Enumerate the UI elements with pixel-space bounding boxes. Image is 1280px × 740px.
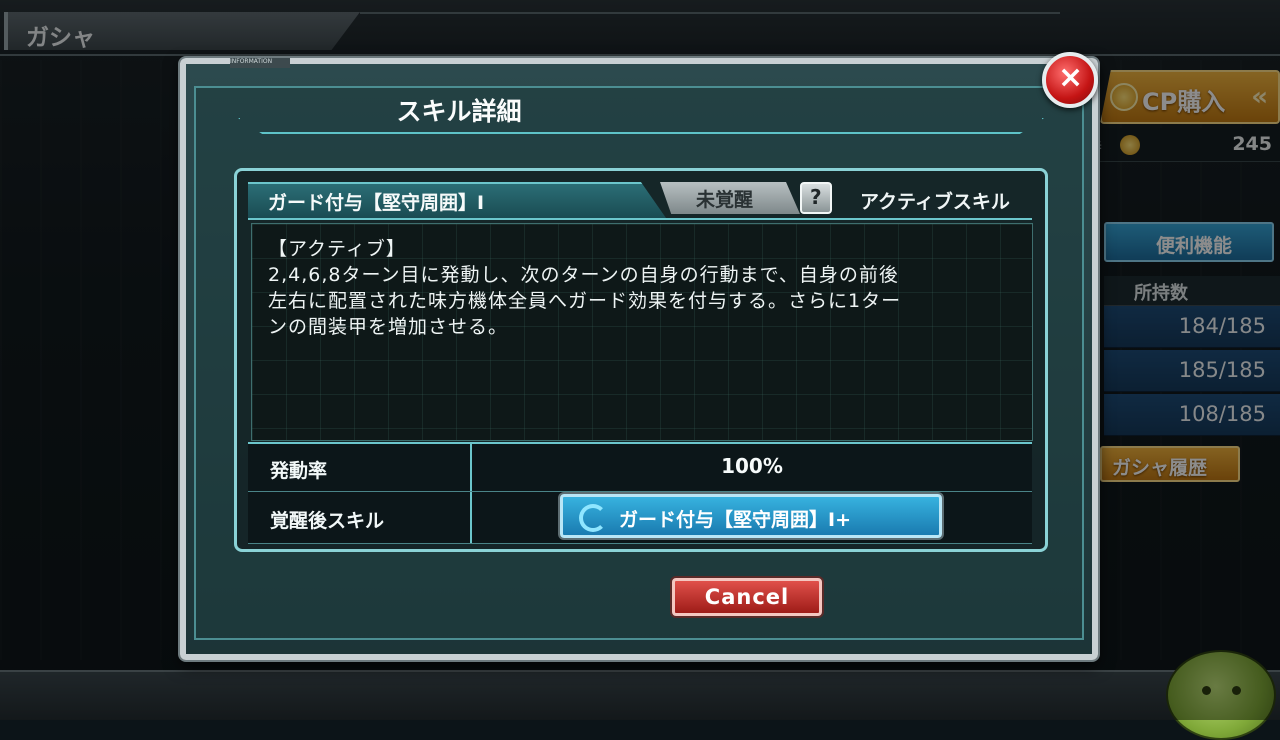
awakened-skill-label: 覚醒後スキル (270, 510, 385, 532)
cancel-button[interactable]: Cancel (672, 578, 822, 616)
skill-name: ガード付与【堅守周囲】Ⅰ (268, 192, 485, 214)
activation-rate-label: 発動率 (270, 460, 328, 482)
awaken-status-label: 未覚醒 (696, 189, 754, 211)
awaken-status-badge: 未覚醒 (660, 182, 800, 214)
tab-divider (248, 218, 1032, 220)
description-line: ンの間装甲を増加させる。 (268, 316, 509, 338)
refresh-icon (579, 504, 607, 532)
description-line: 【アクティブ】 (268, 238, 406, 260)
activation-rate-value: 100% (721, 454, 783, 478)
close-button[interactable]: × (1042, 52, 1098, 108)
description-line: 2,4,6,8ターン目に発動し、次のターンの自身の行動まで、自身の前後 (268, 264, 899, 286)
skill-description: 【アクティブ】 2,4,6,8ターン目に発動し、次のターンの自身の行動まで、自身… (268, 236, 1028, 340)
information-tag: INFORMATION (230, 58, 290, 68)
activation-rate-row: 発動率 100% (248, 444, 1032, 492)
question-icon: ? (810, 185, 822, 209)
close-icon: × (1058, 60, 1084, 95)
help-button[interactable]: ? (800, 182, 832, 214)
column-divider (470, 492, 472, 543)
skill-type-label: アクティブスキル (860, 191, 1010, 213)
description-line: 左右に配置された味方機体全員へガード効果を付与する。さらに1ター (268, 290, 902, 312)
cancel-label: Cancel (704, 585, 790, 609)
awakened-skill-name: ガード付与【堅守周囲】Ⅰ+ (619, 509, 851, 531)
title-underline (238, 118, 1044, 134)
awakened-skill-button[interactable]: ガード付与【堅守周囲】Ⅰ+ (560, 494, 942, 538)
